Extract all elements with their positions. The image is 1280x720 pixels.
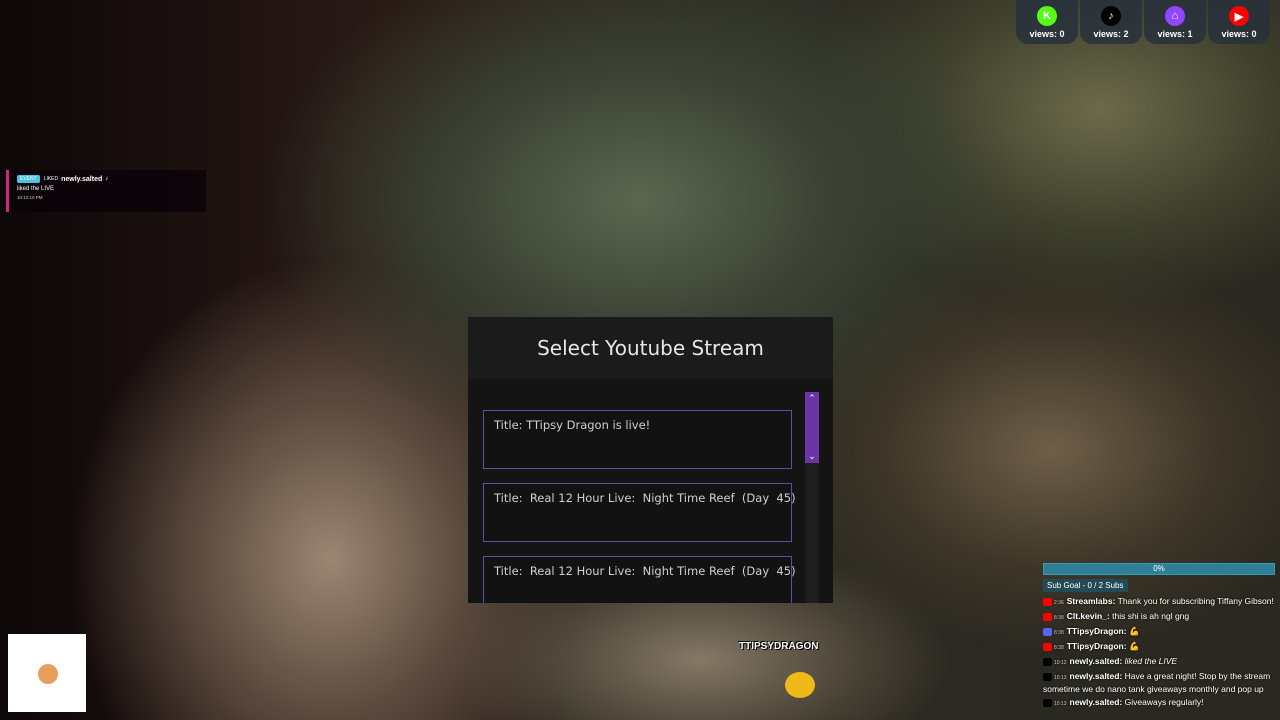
chat-text: liked the LIVE [1124, 656, 1178, 666]
youtube-icon [1043, 612, 1052, 621]
event-time: 10:12:10 PM [17, 195, 43, 200]
social-counter-twitch: ⌂ views: 1 [1144, 0, 1206, 44]
discord-icon [1043, 627, 1052, 636]
chat-time: 8:38 [1054, 615, 1064, 621]
chat-message: 10:12 newly.salted: liked the LIVE [1043, 656, 1275, 669]
event-type: LIKED [43, 176, 59, 182]
chat-time: 8:38 [1054, 645, 1064, 651]
kick-icon: K [1037, 6, 1057, 26]
view-count: views: 2 [1093, 29, 1129, 39]
stream-option[interactable]: Title: TTipsy Dragon is live! [483, 410, 792, 469]
chat-message: 8:38 TTipsyDragon: 💪 [1043, 626, 1275, 639]
chat-text: 💪 [1128, 626, 1140, 636]
chat-feed: 2:36 Streamlabs: Thank you for subscribin… [1043, 596, 1275, 712]
sub-goal-widget: 0% Sub Goal - 0 / 2 Subs [1043, 563, 1275, 593]
chat-username: TTipsyDragon: [1066, 626, 1127, 636]
chat-text: Giveaways regularly! [1124, 697, 1204, 707]
chat-time: 10:13 [1054, 701, 1067, 707]
stream-option[interactable]: Title: Real 12 Hour Live: Night Time Ree… [483, 556, 796, 603]
tiktok-icon: ♪ [1101, 6, 1121, 26]
event-notification: EVENT LIKED newly.salted ♪ liked the LIV… [6, 170, 206, 212]
tiktok-icon [1043, 672, 1052, 681]
view-count: views: 1 [1157, 29, 1193, 39]
event-user: newly.salted [61, 175, 103, 183]
youtube-icon [1043, 642, 1052, 651]
event-message: liked the LIVE [17, 186, 55, 192]
scroll-down-icon[interactable]: ⌄ [808, 451, 816, 462]
qr-code [8, 634, 86, 712]
dialog-title: Select Youtube Stream [468, 317, 833, 379]
chat-time: 2:36 [1054, 600, 1064, 606]
player-name-tag: TTIPSYDRAGON [739, 641, 819, 652]
chat-username: Streamlabs: [1066, 596, 1116, 606]
stream-option[interactable]: Title: Real 12 Hour Live: Night Time Ree… [483, 483, 796, 542]
view-count: views: 0 [1221, 29, 1257, 39]
chat-message: 2:36 Streamlabs: Thank you for subscribin… [1043, 596, 1275, 609]
chat-username: TTipsyDragon: [1066, 641, 1127, 651]
chat-time: 10:12 [1054, 660, 1067, 666]
sub-goal-progress-bar: 0% [1043, 563, 1275, 575]
chat-username: newly.salted: [1069, 697, 1123, 707]
chat-time: 8:38 [1054, 630, 1064, 636]
chat-text: 💪 [1128, 641, 1140, 651]
social-counter-tiktok: ♪ views: 2 [1080, 0, 1142, 44]
social-counter-kick: Kviews: 0 [1016, 0, 1078, 44]
tiktok-icon [1043, 698, 1052, 707]
social-counter-youtube: ▶ views: 0 [1208, 0, 1270, 44]
tiktok-icon [1043, 657, 1052, 666]
chat-text: Thank you for subscribing Tiffany Gibson… [1117, 596, 1274, 606]
chat-username: newly.salted: [1069, 671, 1123, 681]
scrollbar-thumb[interactable]: ⌃ ⌄ [805, 392, 819, 463]
chat-time: 10:13 [1054, 675, 1067, 681]
select-stream-dialog: Select Youtube Stream Title: TTipsy Drag… [468, 317, 833, 603]
chat-message: 8:38 TTipsyDragon: 💪 [1043, 641, 1275, 654]
mascot-avatar [785, 672, 815, 698]
youtube-icon [1043, 597, 1052, 606]
chat-message: 8:38 Clt.kevin_: this shi is ah ngl gng [1043, 611, 1275, 624]
qr-logo-icon [38, 664, 58, 684]
tiktok-icon: ♪ [105, 176, 109, 182]
sub-goal-label: Sub Goal - 0 / 2 Subs [1043, 579, 1128, 592]
chat-message: 10:13 newly.salted: Have a great night! S… [1043, 671, 1275, 695]
event-badge: EVENT [17, 175, 40, 183]
chat-message: 10:13 newly.salted: Giveaways regularly! [1043, 697, 1275, 710]
chat-username: Clt.kevin_: [1066, 611, 1110, 621]
twitch-icon: ⌂ [1165, 6, 1185, 26]
view-count: views: 0 [1029, 29, 1065, 39]
chat-text: this shi is ah ngl gng [1112, 611, 1190, 621]
scrollbar-track[interactable]: ⌃ ⌄ [805, 392, 819, 603]
chat-username: newly.salted: [1069, 656, 1123, 666]
youtube-icon: ▶ [1229, 6, 1249, 26]
scroll-up-icon[interactable]: ⌃ [808, 393, 816, 404]
